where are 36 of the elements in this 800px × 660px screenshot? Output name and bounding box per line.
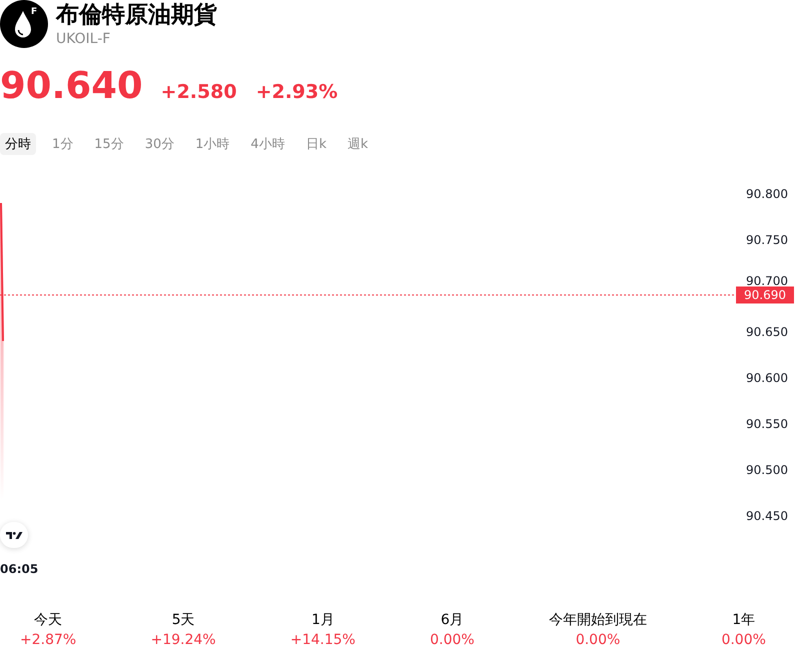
period-change: 0.00% [721, 631, 766, 650]
last-price: 90.640 [0, 64, 143, 108]
period-change: +2.87% [20, 631, 76, 650]
interval-tab[interactable]: 日k [300, 133, 332, 155]
interval-tab[interactable]: 1分 [47, 133, 78, 155]
period-change: +14.15% [290, 631, 356, 650]
price-scale-label: 90.700 [746, 274, 788, 288]
price-scale-label: 90.550 [746, 417, 788, 431]
price-scale-label: 90.500 [746, 463, 788, 477]
interval-tab[interactable]: 週k [342, 133, 373, 155]
price-scale-label: 90.450 [746, 509, 788, 523]
period-label: 6月 [440, 611, 464, 630]
interval-tab[interactable]: 30分 [140, 133, 180, 155]
period-label: 今年開始到現在 [548, 611, 647, 630]
period-label: 1年 [732, 611, 756, 630]
price-tag: 90.690 [736, 286, 794, 304]
time-axis-label: 06:05 [0, 562, 38, 576]
logo-letter: F [31, 8, 38, 17]
price-scale-label: 90.800 [746, 187, 788, 201]
price-change: +2.580 [160, 80, 237, 105]
period-change: 0.00% [576, 631, 620, 650]
period-change: 0.00% [430, 631, 474, 650]
instrument-title: 布倫特原油期貨 [56, 1, 217, 30]
interval-tab[interactable]: 1小時 [190, 133, 235, 155]
period-label: 1月 [311, 611, 334, 630]
interval-tab[interactable]: 15分 [89, 133, 129, 155]
price-scale-label: 90.750 [746, 233, 788, 247]
period-label: 5天 [172, 611, 195, 630]
interval-tab[interactable]: 4小時 [246, 133, 290, 155]
price-scale-label: 90.650 [746, 325, 788, 339]
interval-tab[interactable]: 分時 [0, 133, 36, 155]
period-label: 今天 [34, 611, 62, 630]
instrument-symbol: UKOIL-F [56, 30, 112, 48]
period-change: +19.24% [150, 631, 216, 650]
price-change-percent: +2.93% [256, 80, 338, 105]
price-scale-label: 90.600 [746, 371, 788, 385]
